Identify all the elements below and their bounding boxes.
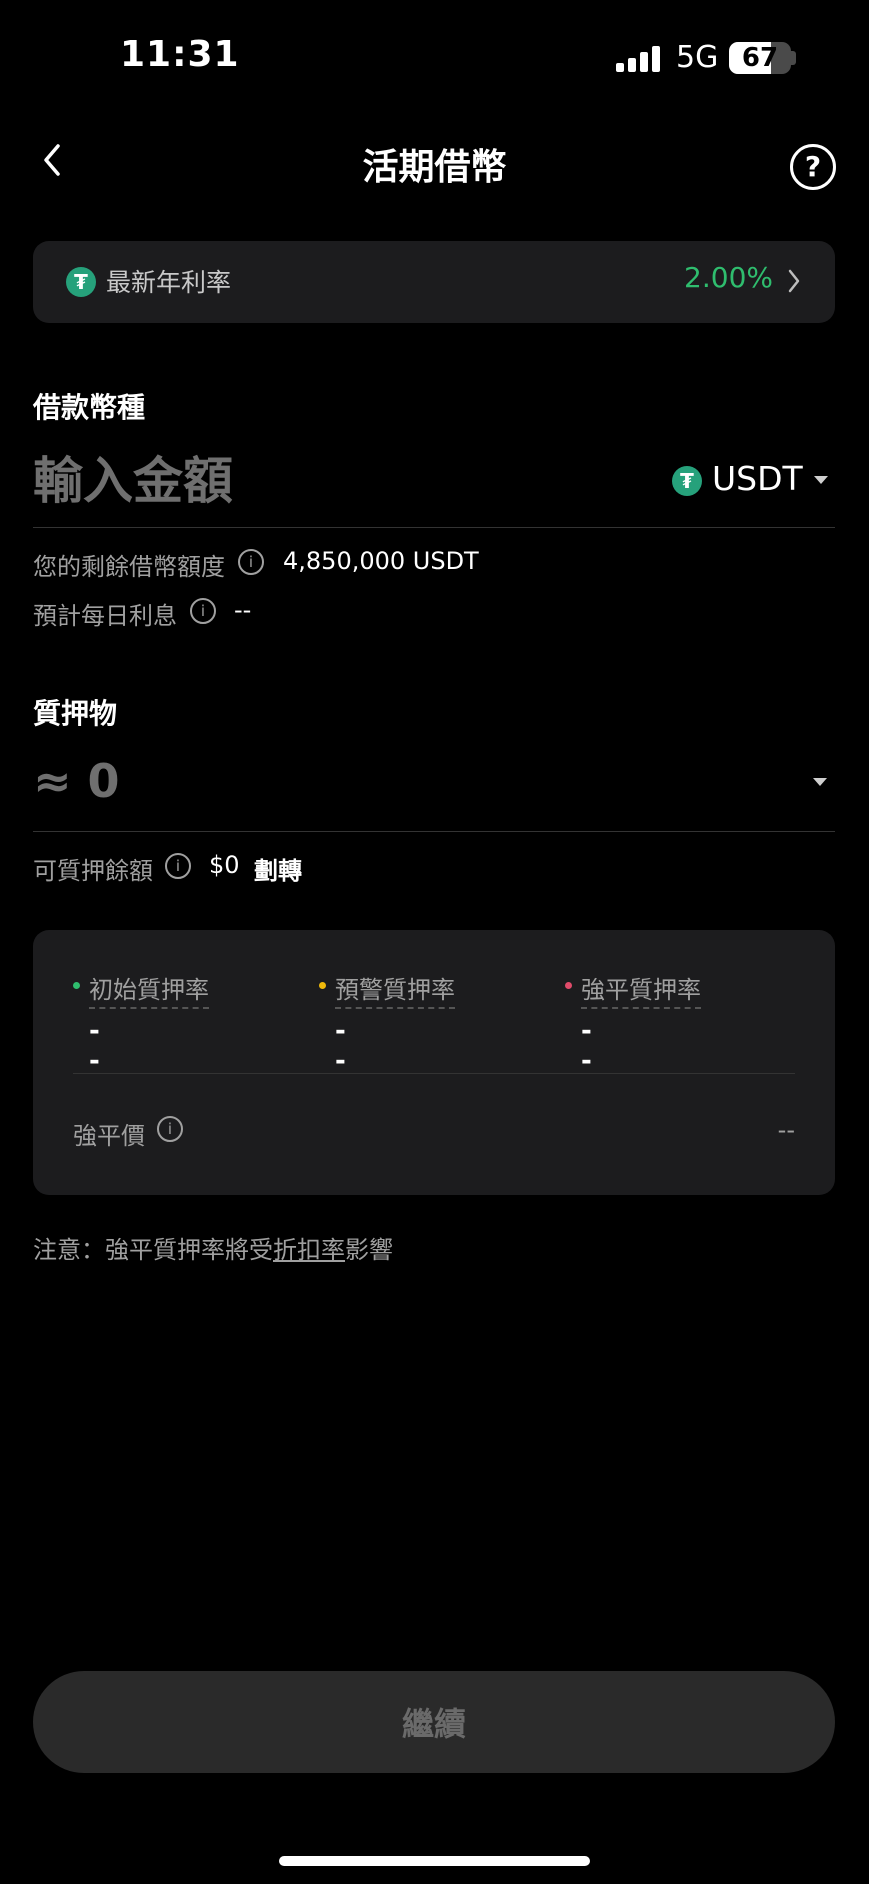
liquidation-price-label: 強平價 bbox=[73, 1122, 145, 1150]
transfer-link[interactable]: 劃轉 bbox=[254, 851, 302, 886]
ratio-value: -- bbox=[335, 1016, 346, 1076]
status-time: 11:31 bbox=[120, 34, 240, 75]
available-collateral-label: 可質押餘額 bbox=[33, 857, 153, 885]
ratio-label[interactable]: 預警質押率 bbox=[335, 970, 455, 1009]
info-icon[interactable]: i bbox=[165, 853, 191, 879]
page-title: 活期借幣 bbox=[362, 147, 507, 188]
info-icon[interactable]: i bbox=[157, 1116, 183, 1142]
tether-icon: ₮ bbox=[672, 466, 702, 496]
caret-down-icon bbox=[814, 476, 828, 484]
available-collateral-value: $0 bbox=[209, 851, 240, 879]
cellular-signal-icon bbox=[616, 46, 662, 72]
ratio-card: 初始質押率 -- 預警質押率 -- 強平質押率 -- 強平價 i -- bbox=[33, 930, 835, 1195]
divider bbox=[33, 527, 835, 528]
divider bbox=[73, 1073, 795, 1074]
amount-input[interactable] bbox=[33, 448, 593, 514]
status-dot bbox=[319, 982, 326, 989]
discount-note: 注意：強平質押率將受折扣率影響 bbox=[33, 1230, 393, 1265]
continue-button[interactable]: 繼續 bbox=[33, 1671, 835, 1773]
note-suffix: 影響 bbox=[345, 1236, 393, 1264]
tether-icon: ₮ bbox=[66, 267, 96, 297]
info-icon[interactable]: i bbox=[238, 549, 264, 575]
status-dot bbox=[565, 982, 572, 989]
coin-select[interactable]: ₮ USDT bbox=[670, 458, 830, 504]
chevron-right-icon bbox=[788, 269, 800, 293]
remaining-quota-value: 4,850,000 USDT bbox=[283, 547, 479, 575]
network-label: 5G bbox=[676, 40, 719, 75]
collateral-amount[interactable]: ≈ 0 bbox=[33, 754, 120, 808]
rate-banner[interactable]: ₮ 最新年利率 2.00% bbox=[33, 241, 835, 323]
remaining-quota-label: 您的剩餘借幣額度 bbox=[33, 553, 225, 581]
home-indicator bbox=[279, 1856, 590, 1866]
borrow-section-title: 借款幣種 bbox=[33, 391, 146, 424]
collateral-section-title: 質押物 bbox=[33, 697, 118, 730]
question-circle-icon[interactable]: ? bbox=[790, 144, 836, 190]
liquidation-price-value: -- bbox=[777, 1116, 795, 1144]
ratio-value: -- bbox=[89, 1016, 100, 1076]
battery-icon: 67 bbox=[729, 42, 791, 74]
ratio-label[interactable]: 強平質押率 bbox=[581, 970, 701, 1009]
ratio-label[interactable]: 初始質押率 bbox=[89, 970, 209, 1009]
caret-down-icon[interactable] bbox=[813, 778, 827, 786]
daily-interest-label: 預計每日利息 bbox=[33, 602, 177, 630]
ratio-value: -- bbox=[581, 1016, 592, 1076]
daily-interest-value: -- bbox=[234, 596, 252, 624]
note-prefix: 注意：強平質押率將受 bbox=[33, 1236, 273, 1264]
divider bbox=[33, 831, 835, 832]
battery-level: 67 bbox=[741, 43, 779, 73]
status-dot bbox=[73, 982, 80, 989]
info-icon[interactable]: i bbox=[190, 598, 216, 624]
battery-nub bbox=[791, 51, 796, 65]
coin-name: USDT bbox=[712, 459, 803, 498]
rate-label: 最新年利率 bbox=[106, 268, 232, 297]
discount-rate-link[interactable]: 折扣率 bbox=[273, 1236, 345, 1264]
rate-value: 2.00% bbox=[684, 261, 773, 294]
